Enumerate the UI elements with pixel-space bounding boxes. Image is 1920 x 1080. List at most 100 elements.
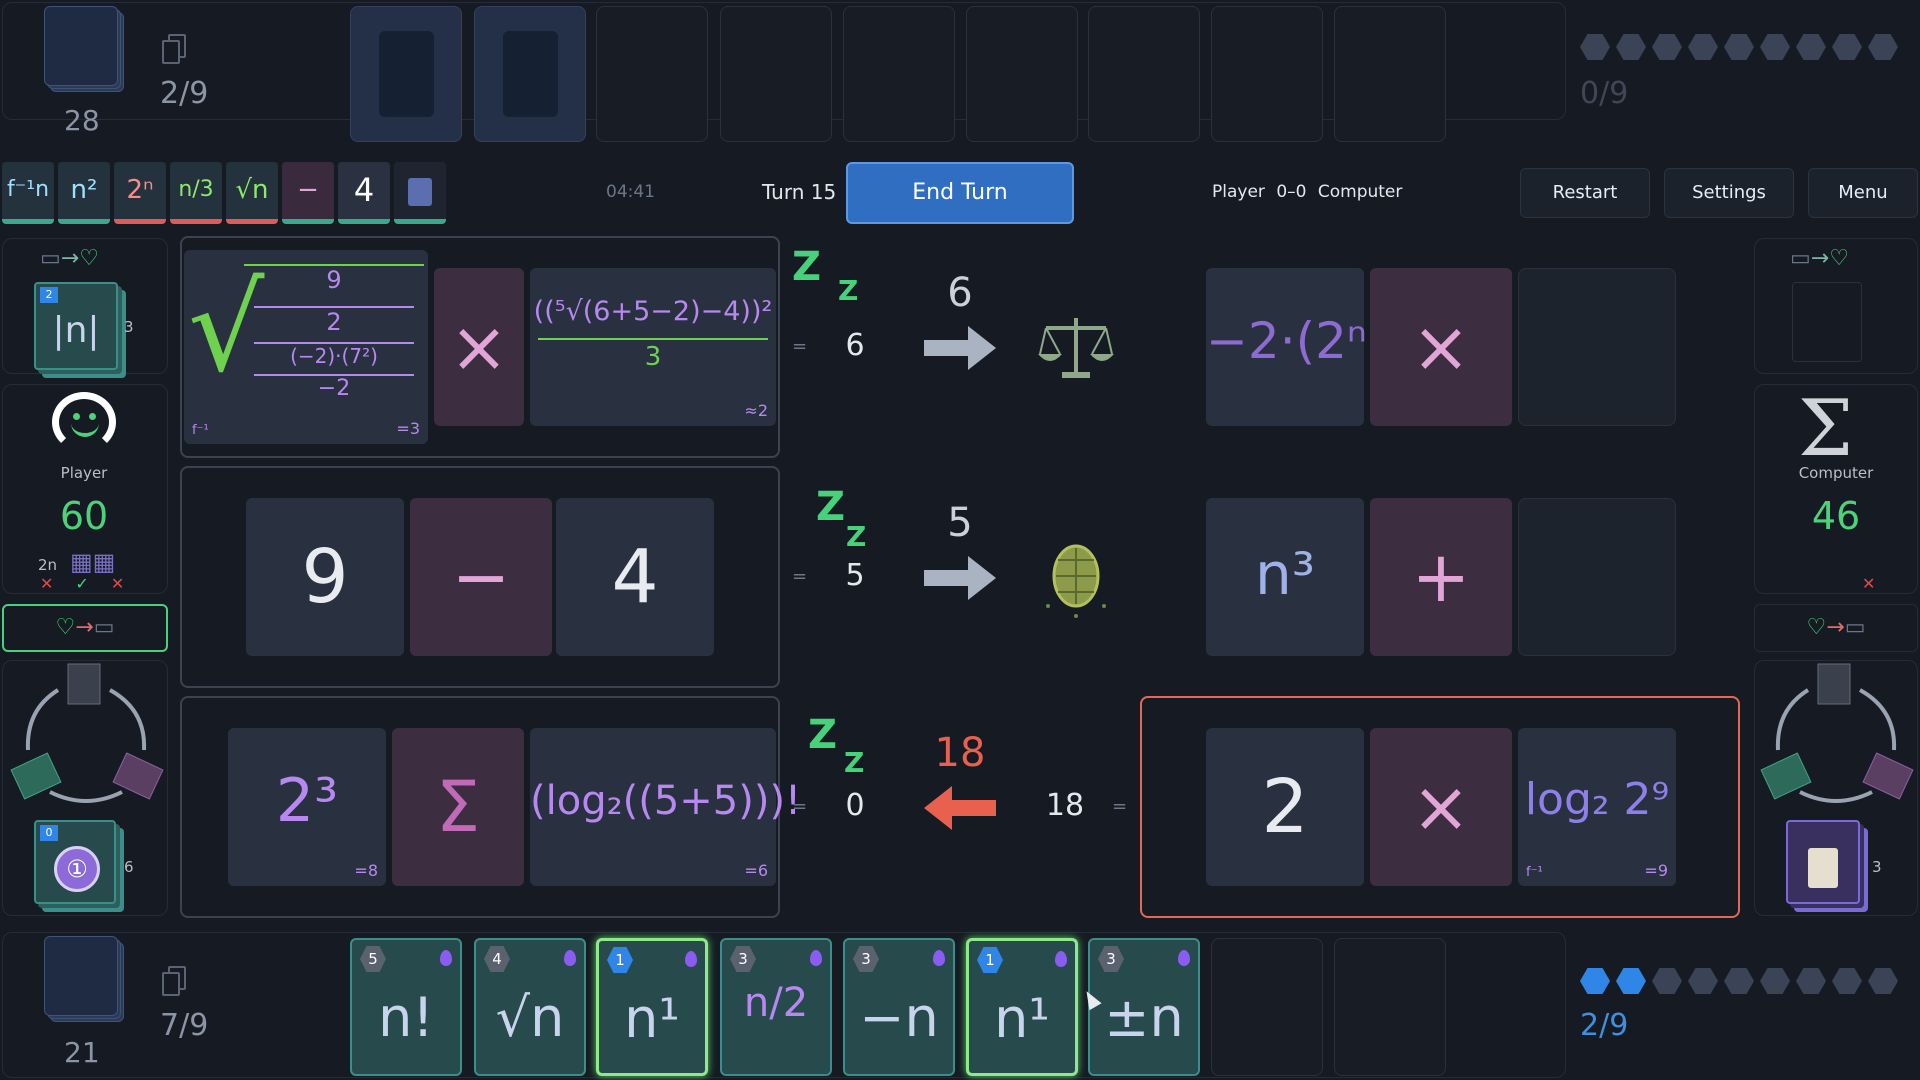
hand-card-7[interactable]: 3 ±n <box>1088 938 1200 1076</box>
lane1-op-card[interactable]: × <box>434 268 524 426</box>
lane3-card-b[interactable]: (log₂((5+5)))! =6 <box>530 728 801 886</box>
bottom-deck-count: 21 <box>64 1036 100 1069</box>
hand-card-2[interactable]: 4 √n <box>474 938 586 1076</box>
hand-card-6[interactable]: 1 n¹ <box>966 938 1078 1076</box>
lane3-left-value: 0 <box>845 788 865 823</box>
lane3-card-a-face: 2³ <box>275 766 339 836</box>
score-value: 0–0 <box>1276 182 1307 202</box>
top-slot-8 <box>1211 6 1323 142</box>
lane3-enemy-card-b-fsub: f⁻¹ <box>1526 865 1543 880</box>
right-cycle-icon <box>1760 663 1914 803</box>
coin-icon: ① <box>54 846 100 892</box>
mana-drop-icon <box>933 950 945 966</box>
lane2-equals: = <box>792 566 808 587</box>
balance-scale-icon <box>1038 318 1114 378</box>
top-slot-7 <box>1088 6 1200 142</box>
lane1-root-sign: √ <box>188 260 265 399</box>
lane1-nested-top: 9 <box>244 264 424 294</box>
op-inverse-function[interactable]: f⁻¹n <box>2 162 54 224</box>
left-bottom-pile-card[interactable]: 0 ① <box>34 820 116 904</box>
right-heart-to-discard-icon: ♡→▭ <box>1754 604 1918 652</box>
player-avatar-icon <box>52 392 116 452</box>
hand-card-3-cost: 1 <box>607 947 633 973</box>
scoreboard: Player 0–0 Computer <box>1212 182 1402 202</box>
lane3-card-b-sub: =6 <box>744 861 768 880</box>
pile-cost-hex: 2 <box>40 287 58 303</box>
hand-card-5[interactable]: 3 −n <box>843 938 955 1076</box>
end-turn-button[interactable]: End Turn <box>846 162 1074 224</box>
lane3-enemy-op-card[interactable]: × <box>1370 728 1512 886</box>
top-deck-stack[interactable] <box>44 6 124 92</box>
lane3-arrow-left-icon <box>924 786 996 830</box>
hand-card-1-face: n! <box>378 986 434 1049</box>
lane2-arrow-value: 5 <box>947 500 973 546</box>
player-name: Player <box>60 464 108 482</box>
lane2-enemy-expr: n³ <box>1254 540 1315 608</box>
mana-drop-icon <box>810 950 822 966</box>
top-deck-count: 28 <box>64 104 100 137</box>
status-marks: ✕ ✓ ✕ <box>40 574 125 593</box>
mana-drop-icon <box>685 951 697 967</box>
dice-icons: ▦▦ <box>70 548 116 576</box>
lane2-enemy-expr-card[interactable]: n³ <box>1206 498 1364 656</box>
menu-button[interactable]: Menu <box>1808 168 1918 218</box>
hand-card-5-cost: 3 <box>853 946 879 972</box>
top-energy-hexes <box>1580 34 1910 62</box>
hand-card-2-face: √n <box>495 986 565 1049</box>
hand-card-7-face: ±n <box>1104 986 1184 1049</box>
top-slot-6 <box>966 6 1078 142</box>
hand-card-1[interactable]: 5 n! <box>350 938 462 1076</box>
op-square[interactable]: n² <box>58 162 110 224</box>
lane3-enemy-card-b-face: log₂ 2⁹ <box>1524 774 1670 825</box>
left-pile-count: 3 <box>124 318 134 336</box>
top-slot-1 <box>350 6 462 142</box>
deck-counter-label: 2n <box>38 556 58 574</box>
restart-button[interactable]: Restart <box>1520 168 1650 218</box>
mana-drop-icon <box>1055 951 1067 967</box>
hand-empty-slot-9 <box>1334 938 1446 1076</box>
left-pile-card[interactable]: 2 |n| <box>34 282 118 370</box>
cards-icon <box>408 178 432 206</box>
lane1-nested-expr-card[interactable]: 9 2 (−2)·(7²) −2 √ f⁻¹ =3 <box>184 250 428 444</box>
turn-label: Turn 15 <box>762 180 837 204</box>
computer-name: Computer <box>1798 464 1874 482</box>
lane2-enemy-empty-slot[interactable] <box>1518 498 1676 656</box>
lane2-op-card[interactable]: − <box>410 498 552 656</box>
lane1-sleep-z-large: Z <box>792 244 822 290</box>
lane3-enemy-card-b-sub: =9 <box>1644 861 1668 880</box>
lane1-nested-mid: 2 <box>254 306 414 336</box>
bottom-pile-cost-hex: 0 <box>40 825 58 841</box>
lane3-card-a[interactable]: 2³ =8 <box>228 728 386 886</box>
op-divide-three[interactable]: n/3 <box>170 162 222 224</box>
settings-button[interactable]: Settings <box>1664 168 1794 218</box>
bottom-energy-count: 2/9 <box>1580 1008 1629 1043</box>
lane1-arrow-right-icon <box>924 326 996 370</box>
op-power-of-two[interactable]: 2ⁿ <box>114 162 166 224</box>
op-sqrt[interactable]: √n <box>226 162 278 224</box>
op-deck-icon[interactable] <box>394 162 446 224</box>
right-pile-empty-slot <box>1792 282 1862 362</box>
bottom-deck-stack[interactable] <box>44 936 124 1022</box>
bottom-energy-hexes <box>1580 968 1910 996</box>
hand-card-1-cost: 5 <box>360 946 386 972</box>
top-slot-4 <box>720 6 832 142</box>
lane2-card-a[interactable]: 9 <box>246 498 404 656</box>
lane2-enemy-op-card[interactable]: + <box>1370 498 1512 656</box>
lane3-op-card[interactable]: Σ <box>392 728 524 886</box>
lane1-enemy-expr-card[interactable]: −2·(2ⁿ) <box>1206 268 1386 426</box>
hand-card-4[interactable]: 3 n/2 <box>720 938 832 1076</box>
lane1-enemy-empty-slot[interactable] <box>1518 268 1676 426</box>
lane2-card-b[interactable]: 4 <box>556 498 714 656</box>
op-number-four[interactable]: 4 <box>338 162 390 224</box>
lane3-arrow-value: 18 <box>934 730 986 776</box>
heart-to-discard-button[interactable]: ♡→▭ <box>2 604 168 652</box>
right-bottom-pile-card[interactable] <box>1786 820 1860 904</box>
op-minus[interactable]: − <box>282 162 334 224</box>
top-discard-count: 2/9 <box>160 76 209 111</box>
lane3-enemy-card-a[interactable]: 2 <box>1206 728 1364 886</box>
lane1-enemy-op-card[interactable]: × <box>1370 268 1512 426</box>
lane3-enemy-card-b[interactable]: log₂ 2⁹ f⁻¹ =9 <box>1518 728 1676 886</box>
top-slot-3 <box>596 6 708 142</box>
lane1-right-expr-card[interactable]: ((⁵√(6+5−2)−4))² 3 ≈2 <box>530 268 776 426</box>
hand-card-3[interactable]: 1 n¹ <box>596 938 708 1076</box>
